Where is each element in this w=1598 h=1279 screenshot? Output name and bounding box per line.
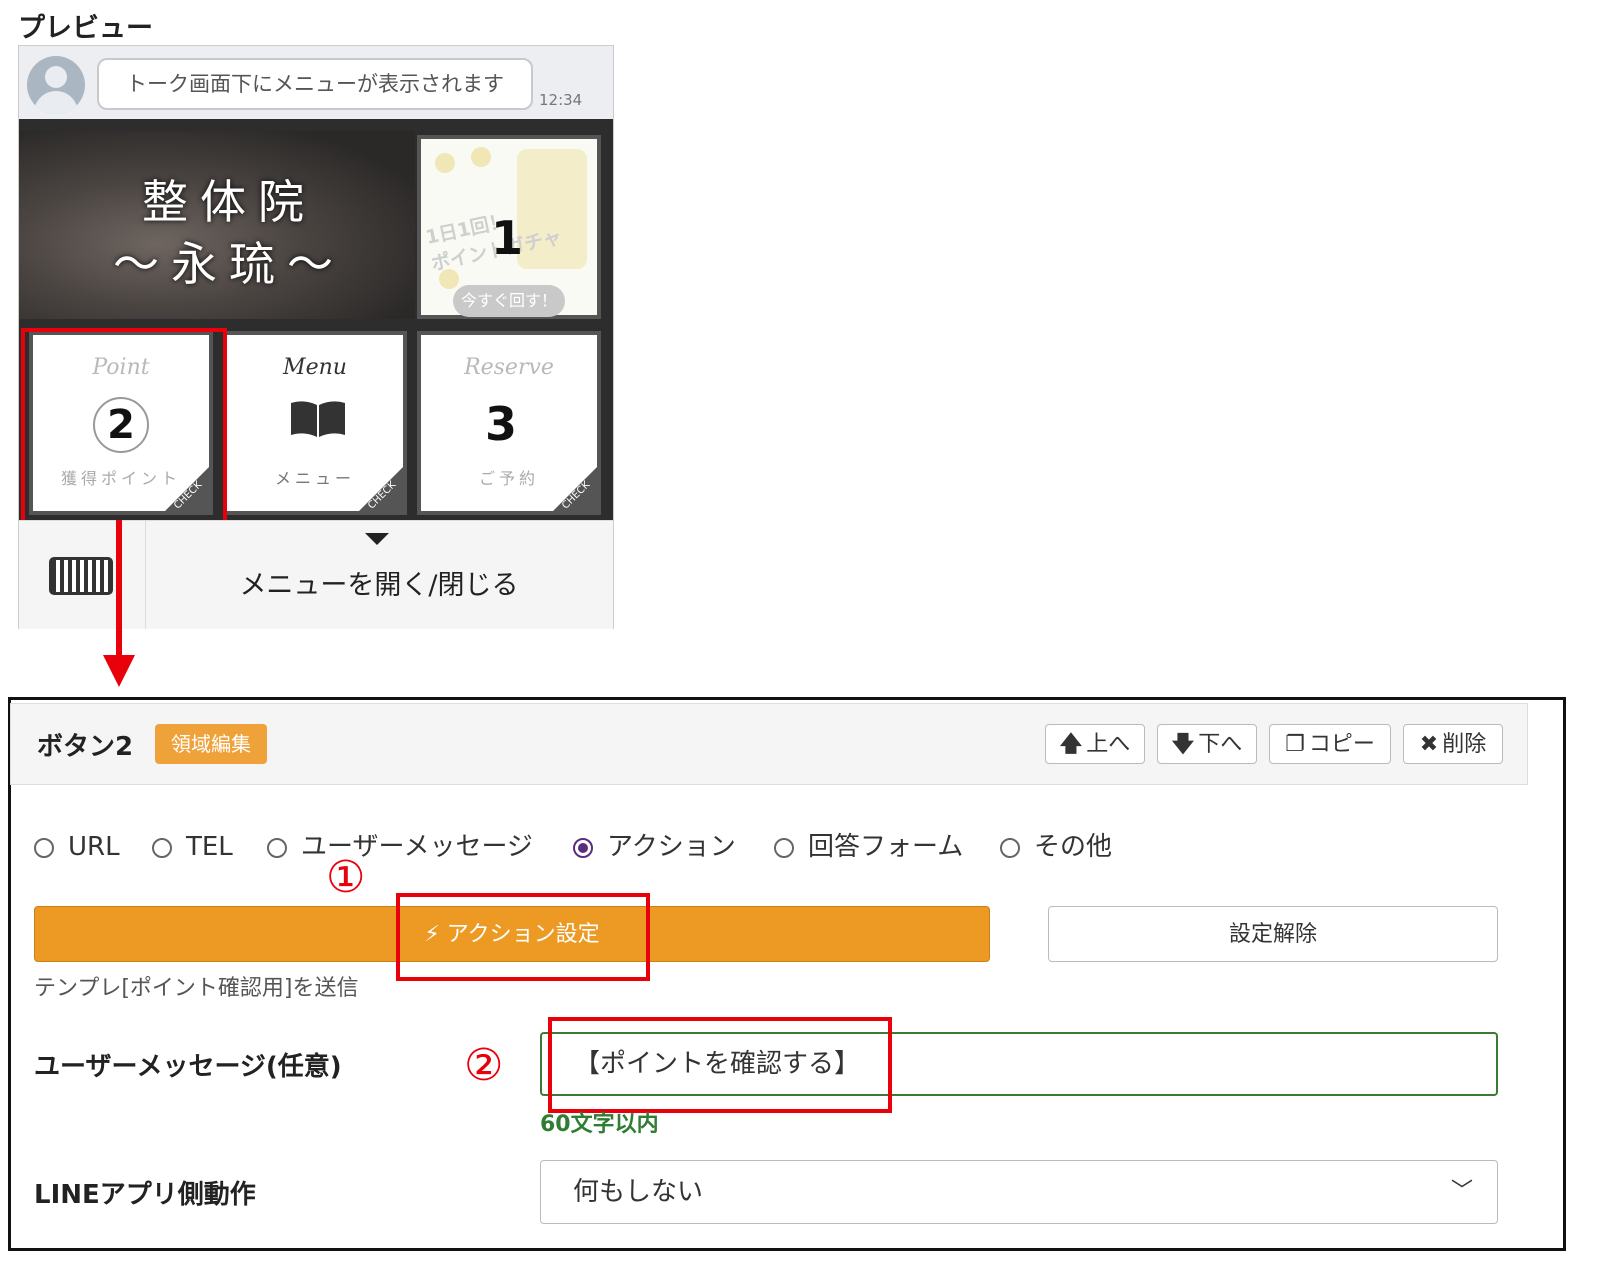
copy-label: コピー: [1308, 732, 1375, 757]
banner-line2: 〜永琉〜: [113, 237, 345, 291]
paste-icon: ❐: [1285, 732, 1305, 757]
delete-label: 削除: [1442, 732, 1487, 757]
menu-bottom-bar: メニューを開く/閉じる: [19, 520, 613, 629]
radio-url[interactable]: URL: [34, 830, 120, 864]
annotation-one: ①: [326, 852, 366, 903]
line-action-value: 何もしない: [573, 1177, 704, 1207]
banner-area[interactable]: 整体院 〜永琉〜: [19, 131, 415, 319]
move-up-button[interactable]: 🡅 上へ: [1045, 724, 1145, 764]
radio-answer-form-label: 回答フォーム: [808, 832, 964, 862]
book-icon: [291, 401, 345, 437]
rich-menu-tile-3[interactable]: Reserve 3 ご予約 CHECK: [417, 331, 601, 515]
user-message-label: ユーザーメッセージ(任意): [34, 1052, 342, 1082]
button-title: ボタン2: [37, 732, 134, 762]
avatar-head: [45, 66, 67, 88]
keyboard-toggle[interactable]: [19, 521, 146, 629]
copy-button[interactable]: ❐ コピー: [1269, 724, 1391, 764]
avatar: [27, 56, 85, 114]
radio-dot-selected: [573, 838, 593, 858]
arrow-up-icon: 🡅: [1059, 732, 1083, 757]
line-action-label: LINEアプリ側動作: [34, 1180, 256, 1210]
keyboard-icon: [49, 557, 113, 595]
preview-title: プレビュー: [18, 13, 153, 44]
char-limit-hint: 60文字以内: [540, 1112, 659, 1137]
tile1-button: 今すぐ回す！: [453, 285, 565, 317]
radio-dot: [774, 838, 794, 858]
tile3-script: Reserve: [464, 355, 554, 380]
delete-button[interactable]: ✖ 削除: [1403, 724, 1503, 764]
chat-time: 12:34: [539, 91, 583, 109]
move-up-label: 上へ: [1086, 732, 1131, 757]
arrow-down-icon: 🡇: [1171, 732, 1195, 757]
action-status: テンプレ[ポイント確認用]を送信: [34, 976, 359, 1001]
radio-action-label: アクション: [607, 832, 736, 862]
unset-button[interactable]: 設定解除: [1048, 906, 1498, 962]
chevron-down-icon: ﹀: [1450, 1179, 1473, 1204]
radio-tel-label: TEL: [186, 832, 233, 862]
tile1-number: 1: [491, 211, 524, 265]
move-down-button[interactable]: 🡇 下へ: [1157, 724, 1257, 764]
radio-user-message[interactable]: ユーザーメッセージ: [267, 830, 533, 864]
radio-other-label: その他: [1034, 832, 1113, 862]
move-down-label: 下へ: [1198, 732, 1243, 757]
rich-menu-tile-1[interactable]: 1日1回！ ポイントガチャ 1 今すぐ回す！: [417, 135, 601, 319]
radio-other[interactable]: その他: [1000, 830, 1112, 864]
chat-row: トーク画面下にメニューが表示されます 12:34: [19, 46, 613, 118]
line-action-select[interactable]: 何もしない ﹀: [540, 1160, 1498, 1224]
arrow-head-icon: [103, 655, 135, 687]
radio-dot: [152, 838, 172, 858]
radio-dot: [1000, 838, 1020, 858]
times-icon: ✖: [1419, 732, 1439, 757]
action-highlight: [396, 893, 650, 981]
annotation-two: ②: [464, 1040, 504, 1091]
user-message-highlight: [548, 1017, 892, 1113]
ball-icon: [471, 147, 491, 167]
menu-toggle[interactable]: メニューを開く/閉じる: [145, 563, 613, 602]
radio-dot: [34, 838, 54, 858]
radio-url-label: URL: [68, 832, 120, 862]
avatar-body: [34, 91, 78, 114]
banner-title: 整体院 〜永琉〜: [79, 171, 379, 295]
arrow-line: [116, 520, 122, 660]
ball-icon: [435, 153, 455, 173]
tile2-highlight: [21, 328, 227, 530]
tile-menu-script: Menu: [283, 355, 347, 380]
radio-answer-form[interactable]: 回答フォーム: [774, 830, 963, 864]
rich-menu-tile-menu[interactable]: Menu メニュー CHECK: [223, 331, 407, 515]
editor-header: ボタン2 領域編集 🡅 上へ 🡇 下へ ❐ コピー ✖ 削除: [10, 703, 1528, 785]
phone-preview: トーク画面下にメニューが表示されます 12:34 整体院 〜永琉〜 1日1回！ …: [18, 45, 614, 629]
radio-tel[interactable]: TEL: [152, 830, 233, 864]
radio-action[interactable]: アクション: [573, 830, 736, 864]
triangle-down-icon: [365, 533, 389, 545]
tile3-number: 3: [485, 397, 518, 451]
radio-dot: [267, 838, 287, 858]
banner-line1: 整体院: [142, 175, 316, 229]
chat-bubble: トーク画面下にメニューが表示されます: [97, 58, 533, 110]
area-edit-button[interactable]: 領域編集: [155, 724, 267, 764]
